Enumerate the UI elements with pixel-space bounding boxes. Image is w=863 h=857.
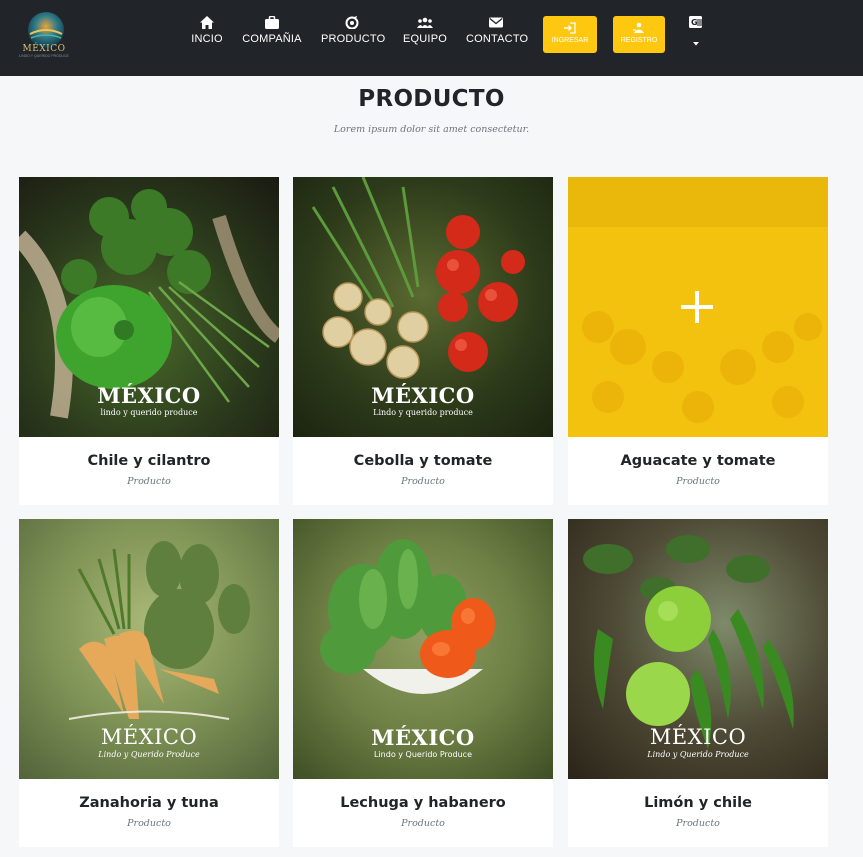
nav-item-equipo[interactable]: EQUIPO — [403, 16, 447, 45]
product-icon — [345, 16, 359, 29]
navbar: MÉXICO LINDO Y QUERIDO PRODUCE INCIO COM… — [0, 0, 863, 76]
brand-subtext: lindo y querido produce — [100, 408, 198, 417]
language-dropdown[interactable]: G — [686, 16, 706, 47]
nav-label: EQUIPO — [403, 33, 447, 45]
product-image[interactable]: MÉXICO Lindo y Querido Produce — [19, 519, 279, 779]
sign-in-icon — [564, 22, 576, 34]
product-category: Producto — [401, 818, 445, 829]
product-image[interactable]: MÉXICO Lindo y querido produce — [293, 177, 553, 437]
product-image[interactable]: MÉXICO Lindo y Querido Produce — [568, 519, 828, 779]
caret-down-icon — [693, 42, 699, 46]
logo-text: MÉXICO — [22, 44, 66, 54]
product-name: Aguacate y tomate — [620, 453, 776, 469]
product-card[interactable]: Aguacate y tomate Producto — [568, 177, 828, 505]
product-image[interactable]: MÉXICO Lindo y Querido Produce — [293, 519, 553, 779]
product-card[interactable]: MÉXICO Lindo y Querido Produce Lechuga y… — [293, 519, 553, 847]
product-name: Lechuga y habanero — [340, 795, 506, 811]
brand-text: MÉXICO — [97, 383, 201, 408]
registro-button[interactable]: REGISTRO — [613, 16, 665, 53]
nav-label: CONTACTO — [466, 33, 529, 45]
brand-subtext: Lindo y querido produce — [373, 408, 473, 417]
nav-item-producto[interactable]: PRODUCTO — [321, 16, 386, 45]
product-category: Producto — [127, 476, 171, 487]
product-card[interactable]: MÉXICO lindo y querido produce Chile y c… — [19, 177, 279, 505]
envelope-icon — [489, 17, 503, 28]
svg-text:G: G — [691, 18, 698, 27]
nav-item-compania[interactable]: COMPAÑIA — [242, 16, 302, 45]
section-title: PRODUCTO — [358, 86, 505, 112]
product-name: Chile y cilantro — [87, 453, 211, 469]
button-label: INGRESAR — [551, 37, 589, 44]
product-category: Producto — [676, 476, 720, 487]
nav-label: PRODUCTO — [321, 33, 386, 45]
nav-item-contacto[interactable]: CONTACTO — [466, 16, 529, 45]
section-subtitle: Lorem ipsum dolor sit amet consectetur. — [333, 124, 530, 135]
product-image[interactable] — [568, 177, 828, 437]
product-card[interactable]: MÉXICO Lindo y Querido Produce Zanahoria… — [19, 519, 279, 847]
logo-subtext: LINDO Y QUERIDO PRODUCE — [19, 54, 69, 58]
product-image[interactable]: MÉXICO lindo y querido produce — [19, 177, 279, 437]
brand-text: MÉXICO — [371, 725, 475, 750]
brand-subtext: Lindo y Querido Produce — [373, 750, 473, 759]
product-card[interactable]: MÉXICO Lindo y Querido Produce Limón y c… — [568, 519, 828, 847]
translate-icon: G — [689, 16, 702, 28]
product-category: Producto — [127, 818, 171, 829]
product-card[interactable]: MÉXICO Lindo y querido produce Cebolla y… — [293, 177, 553, 505]
briefcase-icon — [265, 16, 279, 29]
home-icon — [200, 16, 214, 29]
product-category: Producto — [401, 476, 445, 487]
button-label: REGISTRO — [620, 37, 658, 44]
product-name: Cebolla y tomate — [353, 453, 493, 469]
ingresar-button[interactable]: INGRESAR — [543, 16, 597, 53]
brand-text: MÉXICO — [371, 383, 475, 408]
product-name: Zanahoria y tuna — [79, 795, 219, 811]
product-category: Producto — [676, 818, 720, 829]
team-icon — [417, 17, 433, 28]
nav-label: INCIO — [191, 33, 223, 45]
nav-item-inicio[interactable]: INCIO — [191, 16, 223, 45]
market-illustration — [568, 177, 828, 423]
brand-text: MÉXICO — [100, 725, 198, 749]
brand-subtext: Lindo y Querido Produce — [647, 750, 749, 759]
brand-text: MÉXICO — [649, 725, 747, 749]
register-icon — [633, 22, 644, 33]
brand-subtext: Lindo y Querido Produce — [98, 750, 200, 759]
nav-label: COMPAÑIA — [242, 33, 302, 45]
product-name: Limón y chile — [644, 795, 752, 811]
